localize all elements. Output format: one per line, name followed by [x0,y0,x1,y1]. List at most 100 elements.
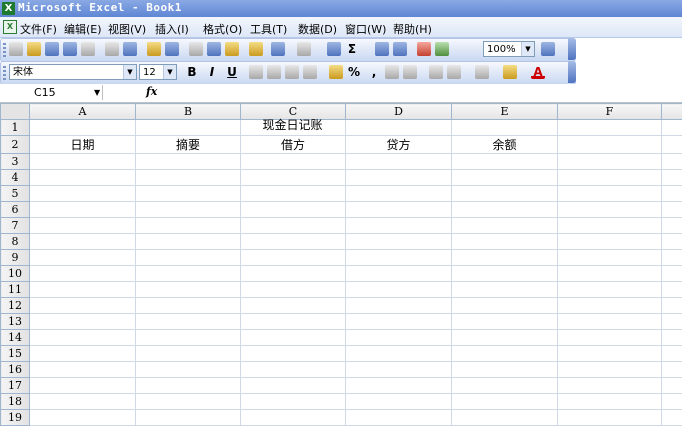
cell[interactable] [346,330,452,346]
cell[interactable] [558,250,662,266]
cell[interactable] [241,346,346,362]
cell[interactable] [558,394,662,410]
row-header[interactable]: 14 [1,330,30,346]
cell[interactable] [452,362,558,378]
cell[interactable] [558,234,662,250]
cell[interactable] [241,170,346,186]
cell[interactable] [30,202,136,218]
zoom-select[interactable]: 100% ▼ [483,41,535,57]
cell[interactable] [662,266,682,282]
cell[interactable] [662,394,682,410]
cell[interactable] [136,250,241,266]
cell[interactable] [452,378,558,394]
cell[interactable] [241,282,346,298]
menu-edit[interactable]: 编辑(E) [64,21,102,37]
menu-format[interactable]: 格式(O) [203,21,242,37]
column-header-b[interactable]: B [136,104,241,120]
merge-center-icon[interactable] [303,65,317,79]
cell[interactable] [30,282,136,298]
cell[interactable] [452,314,558,330]
cell[interactable] [136,394,241,410]
permission-icon[interactable] [63,42,77,56]
cell[interactable] [662,250,682,266]
header-cell[interactable]: 借方 [241,136,346,154]
cell[interactable] [558,362,662,378]
format-painter-icon[interactable] [249,42,263,56]
cell[interactable] [241,218,346,234]
chevron-down-icon[interactable]: ▼ [94,85,100,100]
cell[interactable] [662,410,682,426]
cell[interactable] [558,136,662,154]
cell[interactable] [30,410,136,426]
cell[interactable] [558,170,662,186]
cell[interactable] [558,186,662,202]
row-header[interactable]: 3 [1,154,30,170]
cell[interactable] [30,120,136,136]
cell[interactable] [346,298,452,314]
cell[interactable] [241,330,346,346]
row-header[interactable]: 10 [1,266,30,282]
row-header[interactable]: 5 [1,186,30,202]
cell[interactable] [662,378,682,394]
cell[interactable] [346,362,452,378]
workbook-icon[interactable]: X [3,20,17,34]
bold-button[interactable]: B [185,65,199,79]
spelling-icon[interactable] [147,42,161,56]
row-header[interactable]: 15 [1,346,30,362]
cell[interactable] [662,120,682,136]
cell[interactable] [452,410,558,426]
print-preview-icon[interactable] [105,42,119,56]
cell[interactable] [558,218,662,234]
cell[interactable] [346,234,452,250]
cell[interactable] [241,266,346,282]
cell[interactable] [662,314,682,330]
cell[interactable] [241,394,346,410]
cell[interactable] [136,314,241,330]
name-box[interactable]: C15 ▼ [2,85,103,100]
cell[interactable] [136,186,241,202]
cell[interactable] [30,378,136,394]
borders-icon[interactable] [475,65,489,79]
cell[interactable] [136,298,241,314]
column-header-d[interactable]: D [346,104,452,120]
cell[interactable] [452,282,558,298]
chart-wizard-icon[interactable] [417,42,431,56]
cell[interactable] [136,154,241,170]
save-icon[interactable] [45,42,59,56]
cell[interactable] [558,378,662,394]
cell[interactable] [30,362,136,378]
cell[interactable] [136,266,241,282]
cell[interactable] [136,120,241,136]
cell[interactable] [346,250,452,266]
cell[interactable] [346,314,452,330]
italic-button[interactable]: I [205,65,219,79]
cell[interactable] [452,218,558,234]
cell[interactable] [30,170,136,186]
column-header-e[interactable]: E [452,104,558,120]
cell[interactable] [346,378,452,394]
column-header-a[interactable]: A [30,104,136,120]
row-header[interactable]: 4 [1,170,30,186]
cell[interactable] [346,394,452,410]
header-cell[interactable]: 余额 [452,136,558,154]
redo-icon[interactable] [297,42,311,56]
cell[interactable] [30,266,136,282]
increase-indent-icon[interactable] [447,65,461,79]
row-header[interactable]: 2 [1,136,30,154]
row-header[interactable]: 8 [1,234,30,250]
cell[interactable] [136,362,241,378]
cell[interactable] [346,282,452,298]
print-icon[interactable] [81,42,95,56]
cell[interactable] [346,186,452,202]
cell[interactable] [241,314,346,330]
cell[interactable] [558,330,662,346]
cell[interactable] [136,410,241,426]
currency-icon[interactable] [329,65,343,79]
cell[interactable] [558,282,662,298]
excel-app-icon[interactable]: X [2,2,15,15]
drawing-icon[interactable] [435,42,449,56]
cell[interactable] [30,234,136,250]
cell[interactable] [346,266,452,282]
cell[interactable] [136,330,241,346]
menu-view[interactable]: 视图(V) [108,21,146,37]
